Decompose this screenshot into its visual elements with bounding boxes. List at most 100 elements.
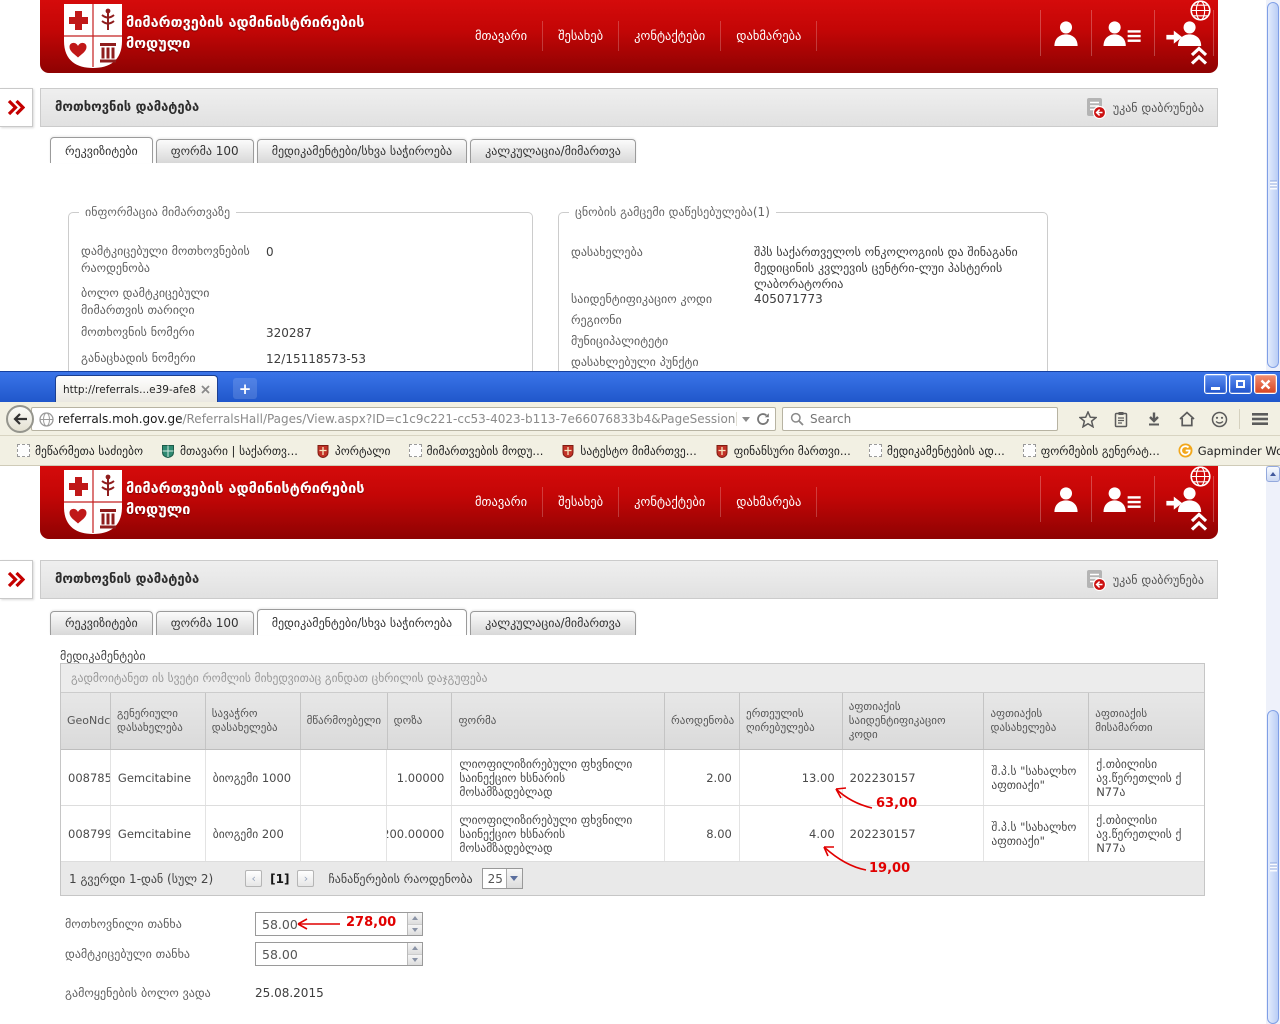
back-link[interactable]: უკან დაბრუნება xyxy=(1084,97,1204,119)
field-value: 0 xyxy=(266,244,274,260)
scrollbar-track-top[interactable] xyxy=(1266,0,1280,371)
table-pager: 1 გვერდი 1-დან (სულ 2) ‹ [1] › ჩანაწერებ… xyxy=(61,862,1204,895)
tab-requisites[interactable]: რეკვიზიტები xyxy=(50,611,153,635)
moh-shield-logo xyxy=(62,469,124,539)
requested-amount-input[interactable] xyxy=(255,912,423,936)
search-input[interactable] xyxy=(810,412,1050,426)
column-header[interactable]: მწარმოებელი xyxy=(301,693,388,749)
column-header[interactable]: GeoNdc xyxy=(61,693,111,749)
dashed-box-icon xyxy=(409,444,422,457)
nav-help[interactable]: დახმარება xyxy=(721,487,817,517)
bookmark-star-icon[interactable] xyxy=(1071,411,1104,428)
back-button[interactable] xyxy=(6,405,34,433)
column-header[interactable]: ერთეულის ღირებულება xyxy=(740,693,843,749)
tab-requisites[interactable]: რეკვიზიტები xyxy=(50,137,153,163)
bookmark-item[interactable]: მთავარი | საქართვ... xyxy=(152,440,307,462)
dashed-box-icon xyxy=(17,444,30,457)
nav-contacts[interactable]: კონტაქტები xyxy=(619,21,721,51)
cell-trade-name: ბიოგემი 200 xyxy=(206,806,301,861)
cell-generic-name: Gemcitabine xyxy=(111,806,206,861)
tab-calculation[interactable]: კალკულაცია/მიმართვა xyxy=(470,139,636,163)
pager-next-button[interactable]: › xyxy=(297,870,314,887)
back-link[interactable]: უკან დაბრუნება xyxy=(1084,569,1204,591)
scrollbar-up-button[interactable] xyxy=(1266,466,1280,482)
field-label: დამტკიცებული მოთხოვნების რაოდენობა xyxy=(81,243,266,277)
tab-form100[interactable]: ფორმა 100 xyxy=(156,611,254,635)
column-header[interactable]: აფთიაქის მისამართი xyxy=(1089,693,1204,749)
restore-button[interactable] xyxy=(1229,374,1252,394)
browser-tab[interactable]: http://referrals...e39-afe8afa2e732 xyxy=(55,375,218,403)
scrollbar-thumb[interactable] xyxy=(1267,2,1279,368)
url-bar[interactable]: referrals.moh.gov.ge/ReferralsHall/Pages… xyxy=(31,407,776,431)
pager-prev-button[interactable]: ‹ xyxy=(245,870,262,887)
nav-main[interactable]: მთავარი xyxy=(460,487,543,517)
minimize-button[interactable] xyxy=(1204,374,1227,394)
sidebar-expand-toggle[interactable] xyxy=(0,560,33,599)
cell-pharmacy-address: ქ.თბილისი ავ.წერეთლის ქ N77ა xyxy=(1089,806,1204,861)
bookmark-item[interactable]: მედიკამენტების ად... xyxy=(860,440,1014,462)
cell-form: ლიოფილიზირებული ფხვნილი საინექციო ხსნარი… xyxy=(452,750,665,805)
profile-icon[interactable] xyxy=(1040,10,1092,56)
main-nav: მთავარი შესახებ კონტაქტები დახმარება xyxy=(460,487,817,517)
column-header[interactable]: დოზა xyxy=(388,693,453,749)
bookmark-item[interactable]: სატესტო მიმართვე... xyxy=(552,440,705,462)
nav-help[interactable]: დახმარება xyxy=(721,21,817,51)
tab-form100[interactable]: ფორმა 100 xyxy=(156,139,254,163)
nav-about[interactable]: შესახებ xyxy=(543,21,619,51)
bookmark-item[interactable]: მიმართვების მოდუ... xyxy=(400,440,553,462)
profile-icon[interactable] xyxy=(1040,476,1092,522)
sidebar-expand-toggle[interactable] xyxy=(0,88,33,127)
nav-main[interactable]: მთავარი xyxy=(460,21,543,51)
field-label: დასახელება xyxy=(571,244,756,261)
bookmark-item[interactable]: მეწარმეთა საძიებო xyxy=(8,440,152,462)
bookmark-item[interactable]: Gapminder World xyxy=(1169,440,1280,462)
bookmarks-bar: მეწარმეთა საძიებო მთავარი | საქართვ... პ… xyxy=(0,436,1280,466)
tab-calculation[interactable]: კალკულაცია/მიმართვა xyxy=(470,611,636,635)
menu-icon[interactable] xyxy=(1243,412,1276,426)
scrollbar-thumb[interactable] xyxy=(1267,710,1279,1024)
column-header[interactable]: ფორმა xyxy=(452,693,665,749)
column-header[interactable]: აფთიაქის დასახელება xyxy=(984,693,1089,749)
globe-icon[interactable] xyxy=(1188,466,1213,492)
cell-generic-name: Gemcitabine xyxy=(111,750,206,805)
url-dropdown-icon[interactable] xyxy=(742,417,750,422)
reload-icon[interactable] xyxy=(756,412,770,426)
column-header[interactable]: სავაჭრო დასახელება xyxy=(206,693,301,749)
page-title: მოთხოვნის დამატება xyxy=(55,572,199,587)
collapse-header-icon[interactable] xyxy=(1189,46,1209,70)
close-button[interactable] xyxy=(1254,374,1277,394)
scrollbar-track-bottom[interactable] xyxy=(1266,466,1280,1024)
requested-amount-field xyxy=(255,912,423,936)
approved-amount-label: დამტკიცებული თანხა xyxy=(65,947,190,961)
home-icon[interactable] xyxy=(1170,411,1203,427)
bookmark-item[interactable]: ფინანსური მართვი... xyxy=(706,440,860,462)
tab-medications[interactable]: მედიკამენტები/სხვა საჭიროება xyxy=(257,139,467,163)
nav-contacts[interactable]: კონტაქტები xyxy=(619,487,721,517)
field-label: ბოლო დამტკიცებული მიმართვის თარიღი xyxy=(81,285,266,319)
users-list-icon[interactable] xyxy=(1092,476,1155,522)
tab-close-icon[interactable] xyxy=(201,385,210,394)
bookmark-item[interactable]: ფორმების გენერატ... xyxy=(1014,440,1169,462)
cell-geondc: 008799 xyxy=(61,806,111,861)
spinner-control[interactable] xyxy=(407,913,422,935)
approved-amount-input[interactable] xyxy=(255,942,423,966)
downloads-icon[interactable] xyxy=(1137,411,1170,427)
clipboard-icon[interactable] xyxy=(1104,411,1137,428)
field-label: მუნიციპალიტეტი xyxy=(571,333,756,350)
globe-icon[interactable] xyxy=(1188,0,1213,26)
page-size-select[interactable]: 25 xyxy=(482,868,523,889)
column-header[interactable]: გენერიული დასახელება xyxy=(111,693,206,749)
search-bar[interactable] xyxy=(782,407,1058,431)
users-list-icon[interactable] xyxy=(1092,10,1155,56)
spinner-control[interactable] xyxy=(407,943,422,965)
column-header[interactable]: რაოდენობა xyxy=(665,693,740,749)
nav-about[interactable]: შესახებ xyxy=(543,487,619,517)
column-header[interactable]: აფთიაქის საიდენტიფიკაციო კოდი xyxy=(843,693,985,749)
bookmark-item[interactable]: პორტალი xyxy=(307,440,400,462)
table-row[interactable]: 008799 Gemcitabine ბიოგემი 200 200.00000… xyxy=(61,806,1204,862)
new-tab-button[interactable]: + xyxy=(233,378,257,399)
collapse-header-icon[interactable] xyxy=(1189,512,1209,536)
tab-medications[interactable]: მედიკამენტები/სხვა საჭიროება xyxy=(257,609,467,635)
table-row[interactable]: 008785 Gemcitabine ბიოგემი 1000 1.00000 … xyxy=(61,750,1204,806)
feedback-smiley-icon[interactable] xyxy=(1203,411,1236,428)
